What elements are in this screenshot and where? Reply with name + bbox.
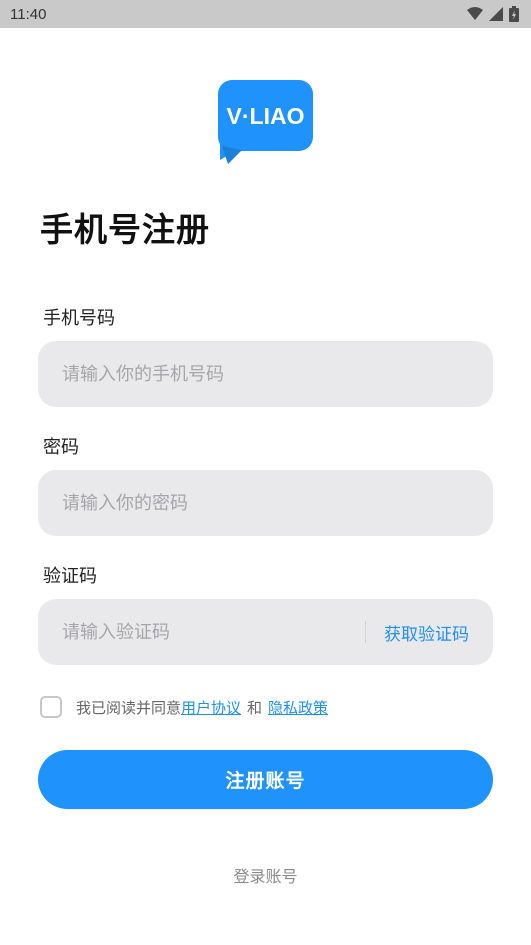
password-input-box <box>38 470 493 536</box>
agreement-checkbox[interactable] <box>40 696 62 718</box>
get-code-button[interactable]: 获取验证码 <box>384 620 469 645</box>
signal-icon <box>489 7 503 21</box>
app-logo: V·LIAO <box>218 80 313 164</box>
status-icons <box>467 6 519 22</box>
battery-icon <box>509 6 519 22</box>
phone-input-box <box>38 341 493 407</box>
user-agreement-link[interactable]: 用户协议 <box>181 697 241 718</box>
logo-text: V·LIAO <box>227 103 305 129</box>
phone-label: 手机号码 <box>43 308 115 329</box>
agreement-row: 我已阅读并同意 用户协议 和 隐私政策 <box>40 696 328 718</box>
phone-input[interactable] <box>62 363 469 385</box>
page-title: 手机号注册 <box>40 210 210 249</box>
code-divider <box>365 621 366 643</box>
agreement-prefix: 我已阅读并同意 <box>76 698 182 717</box>
privacy-policy-link[interactable]: 隐私政策 <box>268 697 328 718</box>
register-button[interactable]: 注册账号 <box>38 750 493 809</box>
agreement-and: 和 <box>247 698 263 717</box>
status-bar: 11:40 <box>0 0 531 28</box>
verify-code-input-box: 获取验证码 <box>38 599 493 665</box>
verify-code-label: 验证码 <box>43 566 97 587</box>
status-time: 11:40 <box>10 5 47 23</box>
password-label: 密码 <box>43 437 79 458</box>
login-link[interactable]: 登录账号 <box>0 863 531 887</box>
password-input[interactable] <box>62 492 469 514</box>
wifi-icon <box>467 7 483 20</box>
verify-code-input[interactable] <box>62 621 359 643</box>
